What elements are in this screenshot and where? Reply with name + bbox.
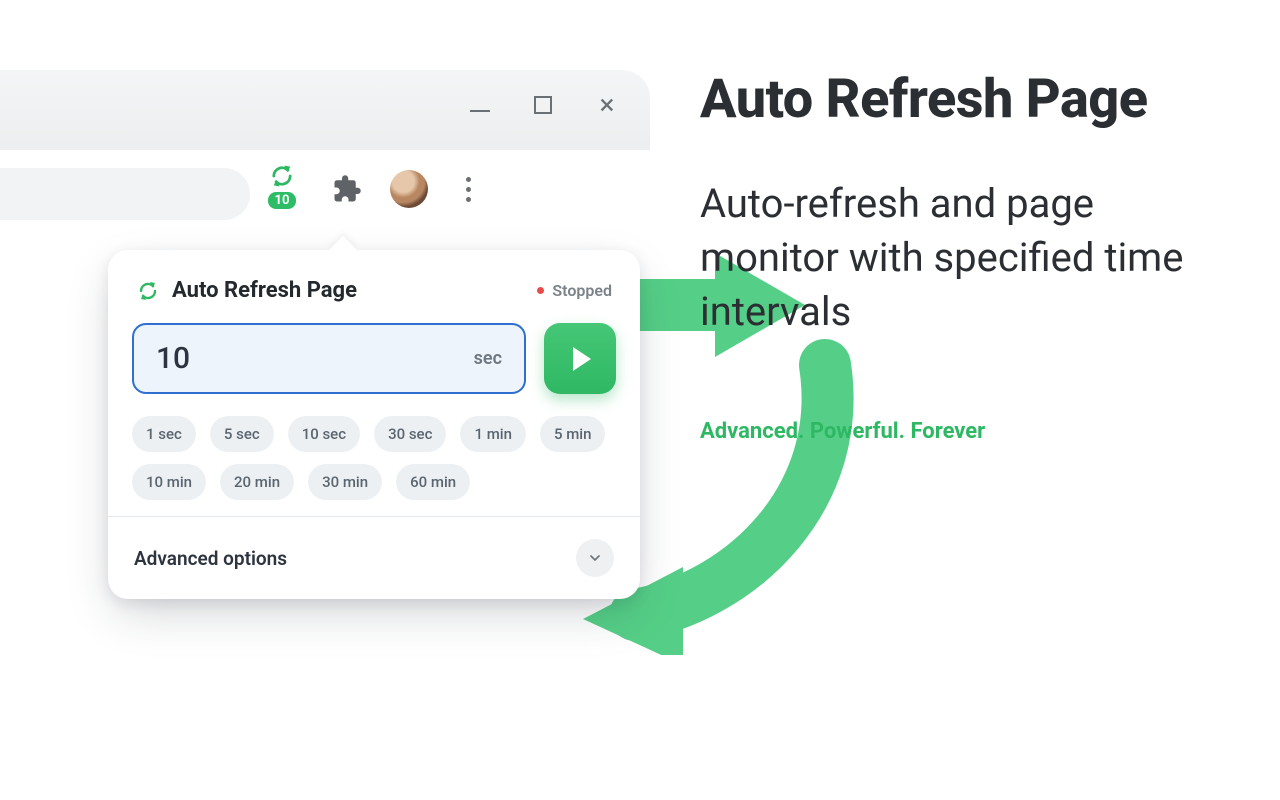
window-maximize-button[interactable] xyxy=(534,96,552,114)
preset-chip[interactable]: 30 min xyxy=(308,464,382,500)
status-label: Stopped xyxy=(552,281,612,300)
hero-copy: Auto Refresh Page Auto-refresh and page … xyxy=(700,70,1220,444)
play-icon xyxy=(573,347,591,371)
interval-unit: sec xyxy=(474,348,502,369)
chevron-down-icon xyxy=(576,539,614,577)
preset-chip[interactable]: 20 min xyxy=(220,464,294,500)
preset-chip[interactable]: 1 sec xyxy=(132,416,196,452)
popup-title: Auto Refresh Page xyxy=(172,278,357,303)
browser-toolbar: 10 xyxy=(0,150,650,240)
profile-avatar[interactable] xyxy=(390,170,428,208)
preset-chip[interactable]: 10 min xyxy=(132,464,206,500)
refresh-icon xyxy=(268,162,296,190)
preset-chip[interactable]: 60 min xyxy=(396,464,470,500)
address-bar[interactable] xyxy=(0,168,250,220)
extension-button[interactable]: 10 xyxy=(260,162,304,216)
refresh-icon xyxy=(136,279,160,303)
extensions-icon[interactable] xyxy=(332,174,362,204)
browser-menu-button[interactable] xyxy=(456,177,480,202)
advanced-options-toggle[interactable]: Advanced options xyxy=(108,516,640,599)
advanced-options-label: Advanced options xyxy=(134,547,287,570)
preset-list: 1 sec 5 sec 10 sec 30 sec 1 min 5 min 10 min 20… xyxy=(132,416,616,500)
preset-chip[interactable]: 10 sec xyxy=(288,416,360,452)
extension-badge: 10 xyxy=(268,192,297,209)
interval-input[interactable]: 10 sec xyxy=(132,323,526,394)
extension-popup: Auto Refresh Page Stopped 10 sec 1 sec 5 … xyxy=(108,250,640,599)
preset-chip[interactable]: 5 sec xyxy=(210,416,274,452)
window-minimize-button[interactable] xyxy=(470,110,490,112)
hero-title: Auto Refresh Page xyxy=(700,70,1220,129)
interval-value: 10 xyxy=(156,341,190,376)
status-dot-icon xyxy=(537,287,544,294)
window-close-button[interactable]: × xyxy=(596,94,618,116)
preset-chip[interactable]: 5 min xyxy=(540,416,606,452)
browser-mock: × 10 xyxy=(0,70,650,240)
status-indicator: Stopped xyxy=(537,281,612,300)
hero-tagline: Advanced. Powerful. Forever xyxy=(700,419,1220,444)
hero-subtitle: Auto-refresh and page monitor with speci… xyxy=(700,177,1220,339)
start-button[interactable] xyxy=(544,323,616,394)
window-titlebar: × xyxy=(0,70,650,150)
preset-chip[interactable]: 30 sec xyxy=(374,416,446,452)
preset-chip[interactable]: 1 min xyxy=(460,416,526,452)
